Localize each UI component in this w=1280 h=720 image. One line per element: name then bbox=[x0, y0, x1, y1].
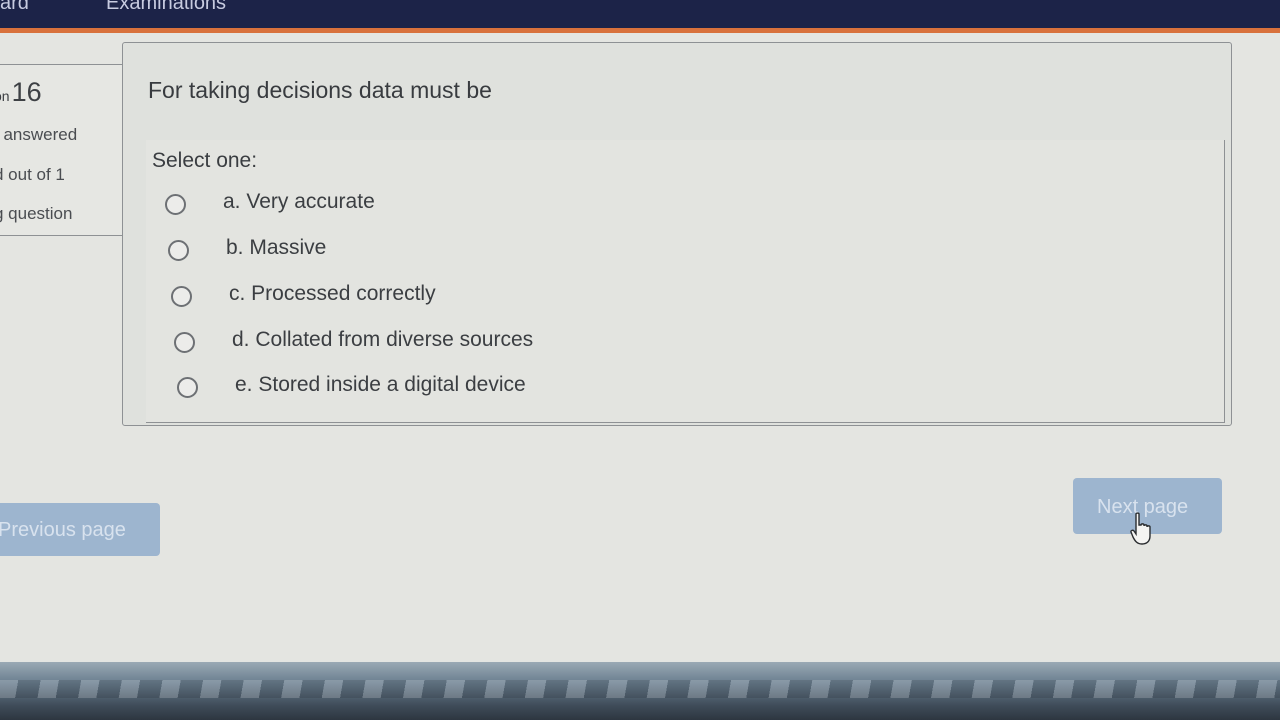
radio-button[interactable] bbox=[174, 332, 195, 353]
question-status: t answered bbox=[0, 125, 78, 144]
previous-page-label: Previous page bbox=[0, 519, 126, 541]
hand-pointer-icon bbox=[1130, 512, 1151, 545]
question-number-prefix: on bbox=[0, 88, 10, 104]
option-label: b. Massive bbox=[226, 236, 327, 259]
top-navbar: ard Examinations bbox=[0, 0, 1280, 33]
flag-question-link[interactable]: g question bbox=[0, 204, 72, 224]
option-label: a. Very accurate bbox=[223, 190, 375, 213]
question-number-value: 16 bbox=[11, 77, 42, 107]
nav-item-examinations[interactable]: Examinations bbox=[106, 0, 226, 15]
nav-item-dashboard[interactable]: ard bbox=[0, 0, 29, 15]
option-label: c. Processed correctly bbox=[229, 282, 436, 305]
monitor-bezel-edge bbox=[0, 662, 1280, 720]
radio-button[interactable] bbox=[165, 194, 186, 215]
question-number: on16 bbox=[0, 77, 42, 108]
option-label: d. Collated from diverse sources bbox=[232, 328, 534, 351]
option-label: e. Stored inside a digital device bbox=[235, 373, 526, 396]
question-text: For taking decisions data must be bbox=[148, 77, 492, 103]
radio-button[interactable] bbox=[168, 240, 189, 261]
radio-button[interactable] bbox=[171, 286, 192, 307]
radio-button[interactable] bbox=[177, 377, 198, 398]
question-marks: d out of 1 bbox=[0, 165, 65, 184]
question-info-box: on16 t answered d out of 1 g question bbox=[0, 64, 123, 236]
select-one-label: Select one: bbox=[152, 149, 258, 172]
previous-page-button[interactable]: Previous page bbox=[0, 503, 160, 556]
